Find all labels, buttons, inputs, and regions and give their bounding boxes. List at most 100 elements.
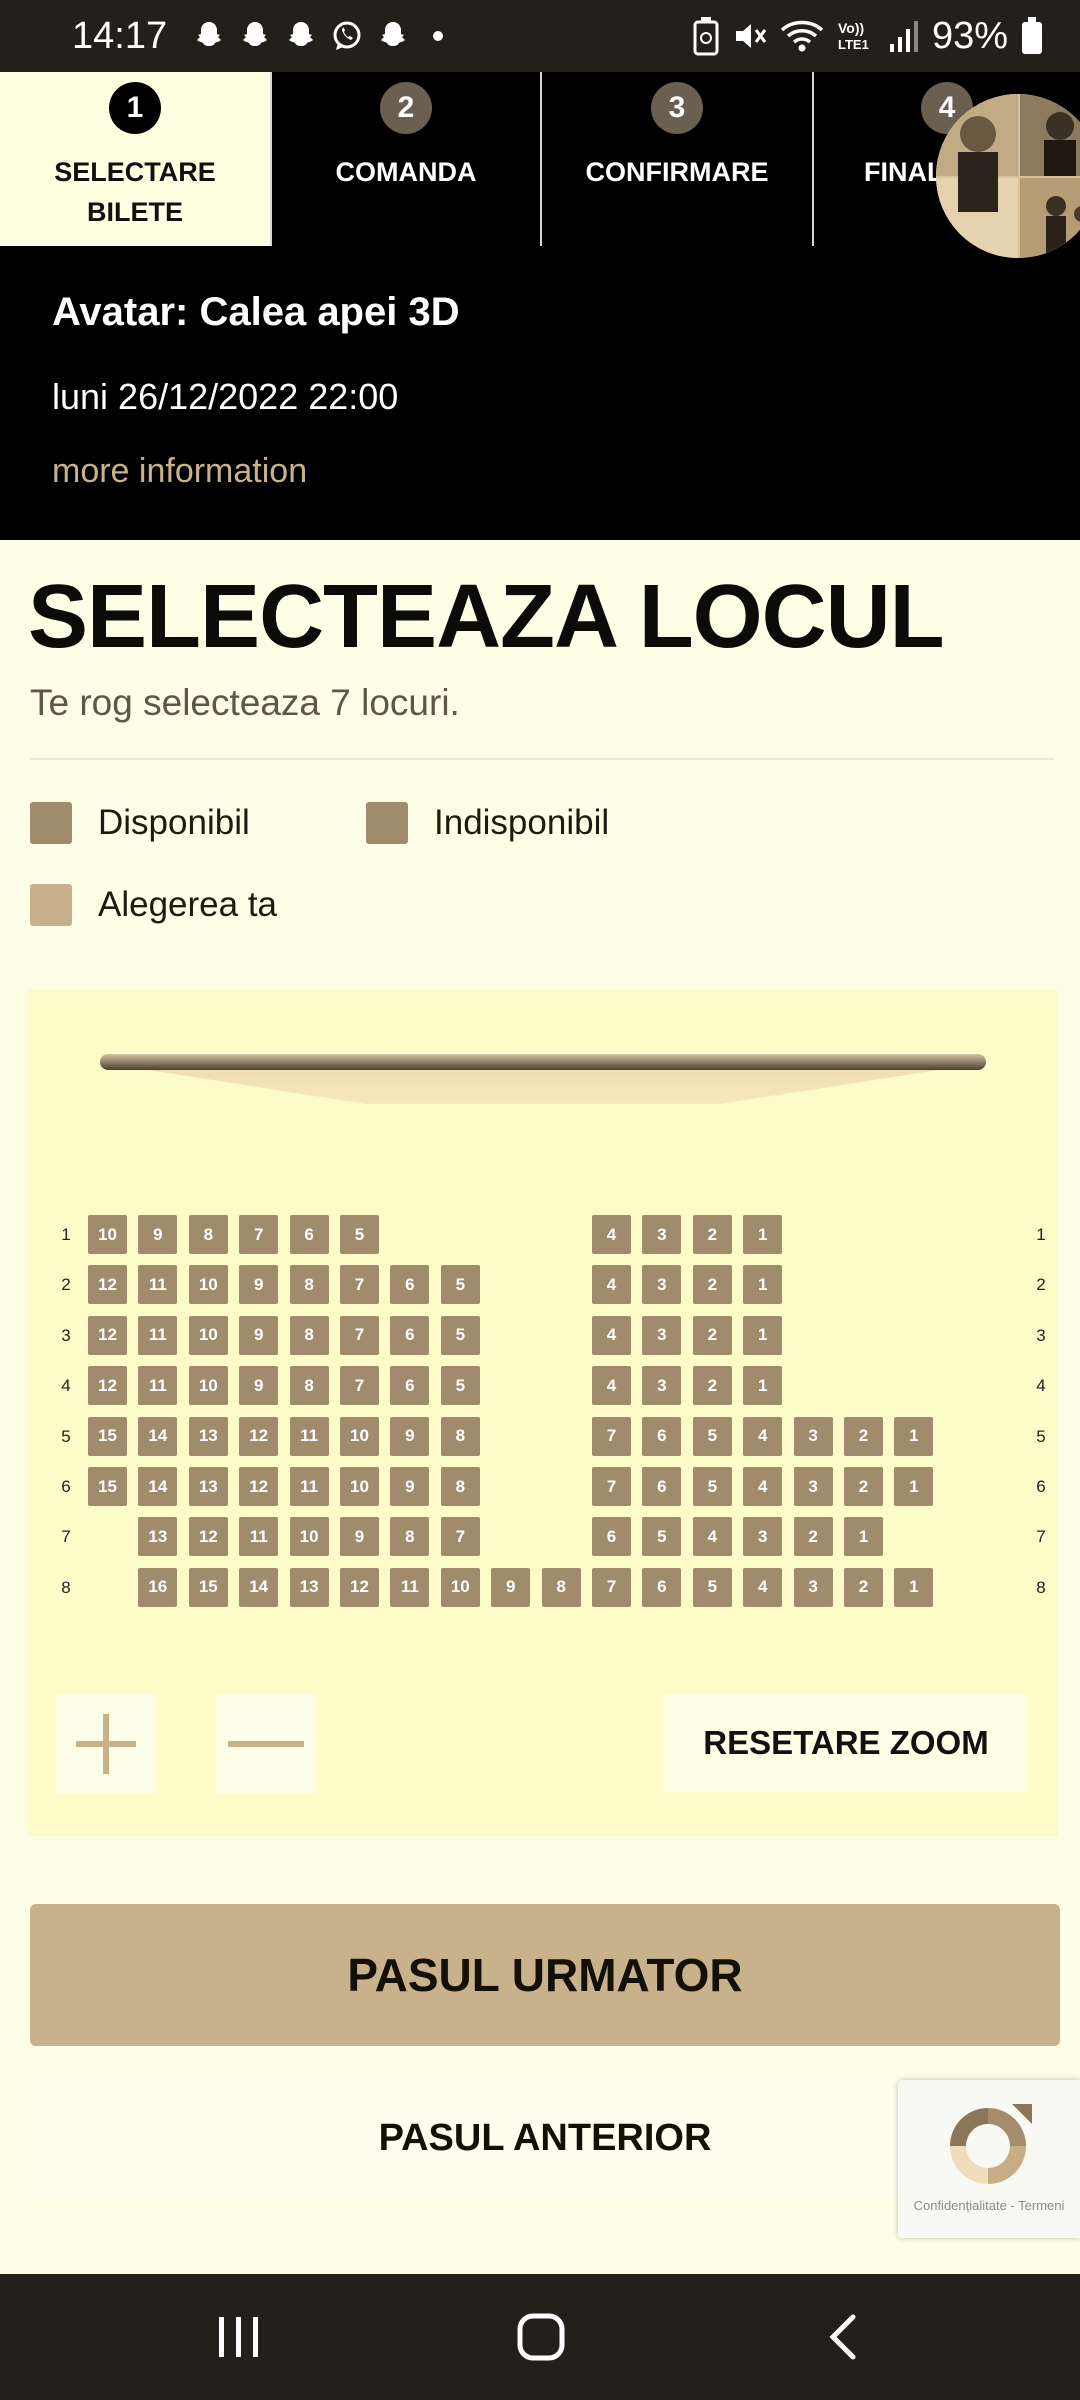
zoom-in-button[interactable] [56, 1694, 156, 1794]
home-button[interactable] [506, 2302, 576, 2372]
seat[interactable]: 13 [188, 1416, 228, 1456]
seat[interactable]: 12 [239, 1467, 279, 1506]
reset-zoom-button[interactable]: RESETARE ZOOM [664, 1694, 1028, 1792]
seat[interactable]: 4 [592, 1315, 631, 1355]
seat[interactable]: 1 [894, 1567, 934, 1607]
seat[interactable]: 6 [390, 1366, 430, 1406]
seat[interactable]: 8 [541, 1567, 581, 1607]
seat[interactable]: 12 [188, 1517, 228, 1557]
seat[interactable]: 9 [390, 1467, 430, 1506]
seat[interactable]: 11 [138, 1366, 178, 1406]
seat[interactable]: 12 [239, 1416, 279, 1456]
seat[interactable]: 4 [743, 1416, 783, 1456]
seat[interactable]: 10 [88, 1215, 127, 1254]
seat[interactable]: 4 [592, 1366, 631, 1406]
seat[interactable]: 5 [692, 1416, 732, 1456]
seat[interactable]: 11 [289, 1416, 329, 1456]
seat[interactable]: 7 [592, 1467, 631, 1506]
seat[interactable]: 2 [692, 1265, 732, 1305]
seat[interactable]: 1 [844, 1517, 883, 1557]
seat[interactable]: 6 [592, 1517, 631, 1557]
seat[interactable]: 15 [88, 1467, 127, 1506]
seat[interactable]: 9 [239, 1265, 279, 1305]
seat[interactable]: 6 [390, 1265, 430, 1305]
seat[interactable]: 9 [390, 1416, 430, 1456]
seat[interactable]: 2 [692, 1315, 732, 1355]
seat[interactable]: 6 [390, 1315, 430, 1355]
seat[interactable]: 1 [743, 1265, 783, 1305]
seat[interactable]: 2 [692, 1215, 732, 1254]
seat[interactable]: 10 [188, 1265, 228, 1305]
seat[interactable]: 7 [340, 1265, 379, 1305]
seat[interactable]: 5 [440, 1265, 480, 1305]
seat[interactable]: 6 [289, 1215, 329, 1254]
seat[interactable]: 7 [440, 1517, 480, 1557]
recaptcha-links[interactable]: Confidențialitate - Termeni [898, 2198, 1080, 2213]
seat[interactable]: 2 [692, 1366, 732, 1406]
step-select-tickets[interactable]: 1 SELECTARE BILETE [0, 72, 272, 246]
seat[interactable]: 3 [793, 1467, 833, 1506]
seat[interactable]: 7 [592, 1567, 631, 1607]
seat[interactable]: 9 [491, 1567, 531, 1607]
seat[interactable]: 1 [743, 1366, 783, 1406]
seat[interactable]: 7 [239, 1215, 279, 1254]
seat[interactable]: 5 [440, 1315, 480, 1355]
next-step-button[interactable]: PASUL URMATOR [30, 1904, 1060, 2046]
seat[interactable]: 10 [340, 1416, 379, 1456]
more-information-link[interactable]: more information [52, 452, 307, 491]
seat[interactable]: 6 [642, 1467, 682, 1506]
seat[interactable]: 14 [239, 1567, 279, 1607]
seat[interactable]: 4 [592, 1265, 631, 1305]
seat[interactable]: 15 [88, 1416, 127, 1456]
seat[interactable]: 3 [642, 1366, 682, 1406]
seat[interactable]: 10 [440, 1567, 480, 1607]
seat[interactable]: 7 [340, 1366, 379, 1406]
seat[interactable]: 11 [289, 1467, 329, 1506]
zoom-out-button[interactable] [216, 1694, 316, 1794]
seat[interactable]: 2 [844, 1467, 883, 1506]
seat[interactable]: 2 [844, 1567, 883, 1607]
seat[interactable]: 12 [340, 1567, 379, 1607]
seat[interactable]: 8 [289, 1265, 329, 1305]
seat[interactable]: 13 [188, 1467, 228, 1506]
seat[interactable]: 7 [340, 1315, 379, 1355]
seat[interactable]: 9 [340, 1517, 379, 1557]
seat[interactable]: 10 [340, 1467, 379, 1506]
seat[interactable]: 8 [440, 1467, 480, 1506]
seat[interactable]: 6 [642, 1567, 682, 1607]
seat[interactable]: 11 [138, 1265, 178, 1305]
seat[interactable]: 3 [642, 1265, 682, 1305]
seat[interactable]: 8 [289, 1315, 329, 1355]
back-button[interactable] [810, 2302, 880, 2372]
seat[interactable]: 2 [844, 1416, 883, 1456]
seat[interactable]: 1 [743, 1215, 783, 1254]
seat[interactable]: 6 [642, 1416, 682, 1456]
seat[interactable]: 14 [138, 1416, 178, 1456]
seat[interactable]: 14 [138, 1467, 178, 1506]
seat[interactable]: 5 [340, 1215, 379, 1254]
seat[interactable]: 1 [894, 1467, 934, 1506]
seat[interactable]: 3 [642, 1215, 682, 1254]
seat[interactable]: 10 [289, 1517, 329, 1557]
step-confirm[interactable]: 3 CONFIRMARE [542, 72, 814, 246]
seat[interactable]: 4 [592, 1215, 631, 1254]
seat[interactable]: 1 [743, 1315, 783, 1355]
seat[interactable]: 5 [642, 1517, 682, 1557]
seat[interactable]: 2 [793, 1517, 833, 1557]
seat[interactable]: 13 [138, 1517, 178, 1557]
seat[interactable]: 8 [390, 1517, 430, 1557]
seat[interactable]: 10 [188, 1366, 228, 1406]
recents-button[interactable] [204, 2302, 274, 2372]
seat[interactable]: 7 [592, 1416, 631, 1456]
seat[interactable]: 11 [390, 1567, 430, 1607]
seat[interactable]: 11 [138, 1315, 178, 1355]
seat[interactable]: 3 [642, 1315, 682, 1355]
seat[interactable]: 8 [440, 1416, 480, 1456]
step-order[interactable]: 2 COMANDA [272, 72, 542, 246]
seat[interactable]: 5 [692, 1567, 732, 1607]
seat[interactable]: 11 [239, 1517, 279, 1557]
seat[interactable]: 3 [793, 1567, 833, 1607]
seat[interactable]: 5 [440, 1366, 480, 1406]
seat[interactable]: 12 [88, 1366, 127, 1406]
seat[interactable]: 15 [188, 1567, 228, 1607]
